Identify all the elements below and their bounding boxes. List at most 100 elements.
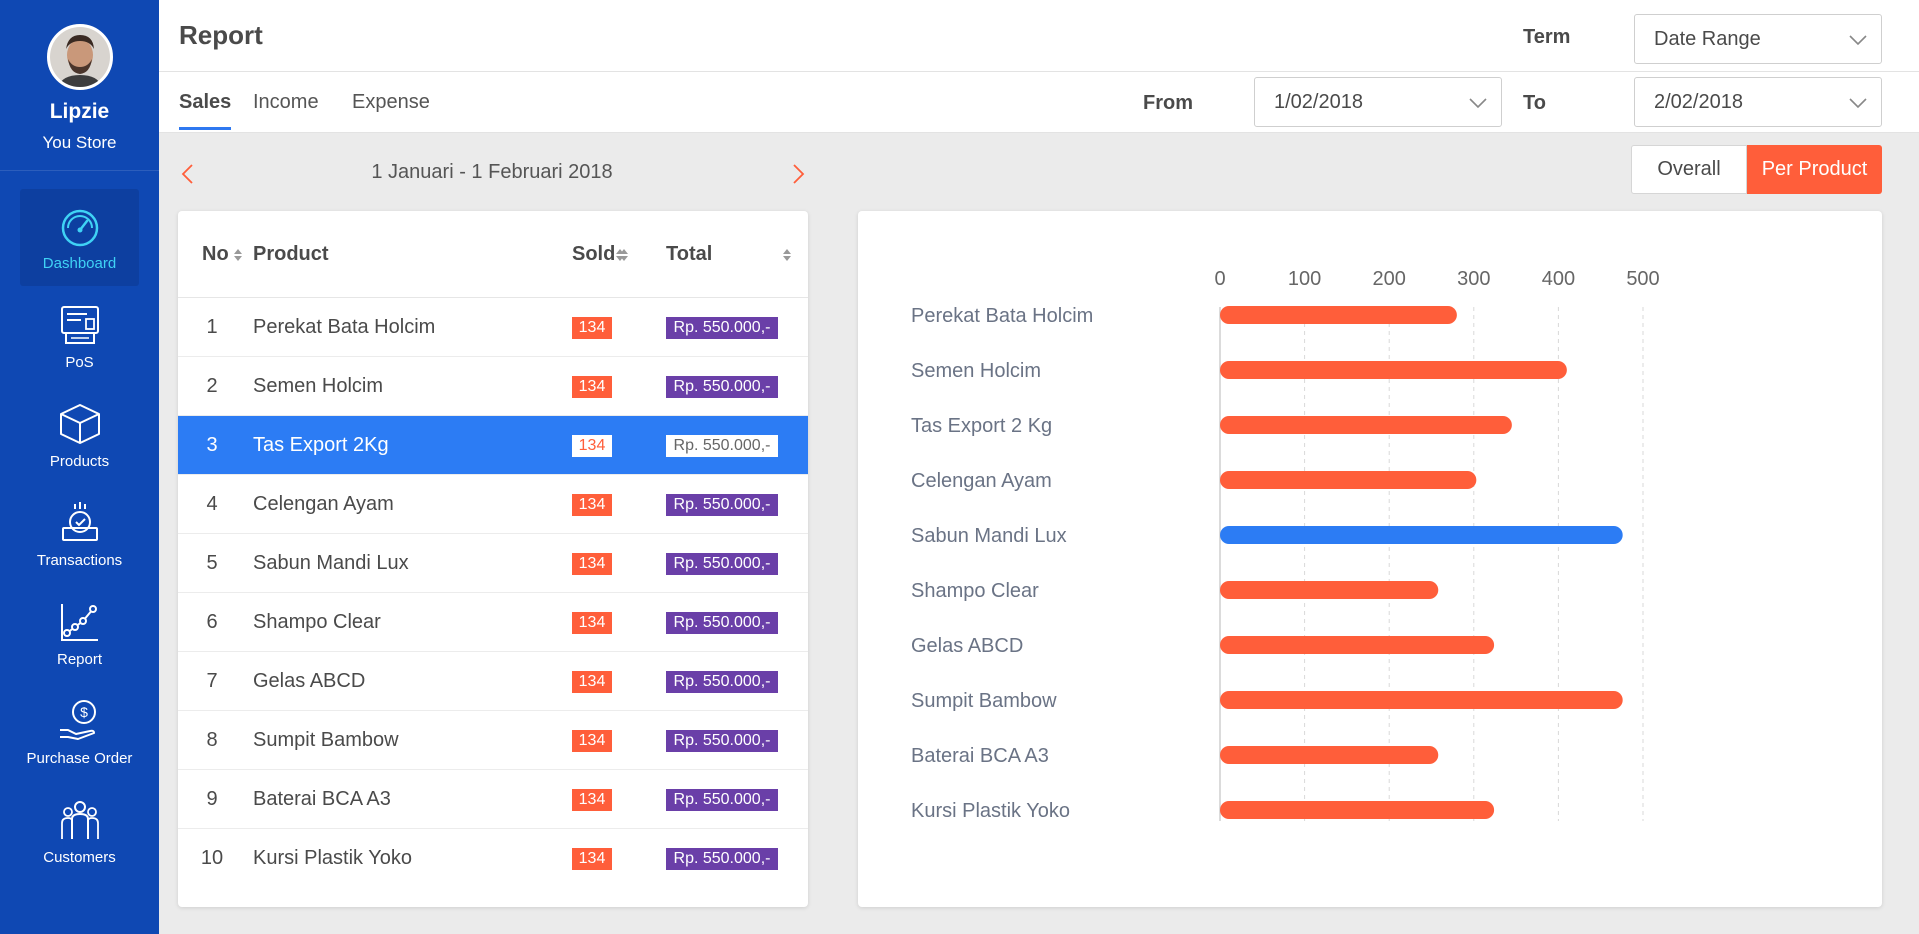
chart-tick-label: 400 — [1542, 268, 1575, 290]
term-select[interactable]: Date Range — [1634, 14, 1882, 64]
tab-income[interactable]: Income — [253, 91, 319, 127]
table-row[interactable]: 10 Kursi Plastik Yoko 134 Rp. 550.000,- — [178, 829, 808, 888]
total-badge: Rp. 550.000,- — [666, 435, 778, 457]
chart-bar — [1220, 361, 1567, 379]
user-store: You Store — [42, 133, 117, 152]
row-product: Baterai BCA A3 — [253, 788, 391, 810]
table-row[interactable]: 9 Baterai BCA A3 134 Rp. 550.000,- — [178, 770, 808, 829]
total-badge: Rp. 550.000,- — [666, 671, 778, 693]
table-row[interactable]: 7 Gelas ABCD 134 Rp. 550.000,- — [178, 652, 808, 711]
row-number: 3 — [206, 434, 218, 456]
row-product: Shampo Clear — [253, 611, 381, 633]
sold-badge: 134 — [572, 730, 612, 752]
header: Report Term Date Range — [159, 0, 1919, 72]
row-number: 9 — [206, 788, 218, 810]
from-date-select[interactable]: 1/02/2018 — [1254, 77, 1502, 127]
total-badge: Rp. 550.000,- — [666, 553, 778, 575]
chart-category-label: Kursi Plastik Yoko — [911, 800, 1070, 822]
sidebar-item-label: Purchase Order — [26, 750, 133, 767]
term-select-value: Date Range — [1654, 27, 1761, 50]
column-header-label: No — [202, 243, 229, 265]
avatar-image — [50, 27, 110, 87]
term-label: Term — [1523, 26, 1571, 48]
pos-register-icon — [60, 306, 99, 344]
per-product-chart: 0 100 200 300 400 500 Perekat Bata Holcim Semen… — [858, 211, 1882, 907]
row-number: 1 — [206, 316, 218, 338]
chart-category-label: Shampo Clear — [911, 580, 1039, 602]
sidebar-item-transactions[interactable]: Transactions — [20, 486, 139, 583]
sold-badge: 134 — [572, 612, 612, 634]
sidebar-item-label: Products — [49, 453, 110, 470]
column-header-label: Total — [666, 243, 713, 265]
overall-toggle-button[interactable]: Overall — [1631, 145, 1747, 194]
chevron-down-icon — [1469, 98, 1487, 109]
row-product: Tas Export 2Kg — [253, 434, 389, 456]
column-header-total[interactable]: Total — [666, 243, 791, 266]
row-product: Sabun Mandi Lux — [253, 552, 409, 574]
sold-badge: 134 — [572, 789, 612, 811]
table-row[interactable]: 4 Celengan Ayam 134 Rp. 550.000,- — [178, 475, 808, 534]
tab-expense[interactable]: Expense — [352, 91, 430, 127]
table-row[interactable]: 1 Perekat Bata Holcim 134 Rp. 550.000,- — [178, 298, 808, 357]
transactions-icon — [61, 502, 98, 541]
chart-tick-label: 0 — [1214, 268, 1225, 290]
sort-icon — [620, 248, 629, 261]
to-label: To — [1523, 92, 1546, 114]
chart-bar — [1220, 581, 1439, 599]
row-product: Celengan Ayam — [253, 493, 394, 515]
sidebar-item-dashboard[interactable]: Dashboard — [20, 189, 139, 286]
chart-bar — [1220, 306, 1457, 324]
avatar[interactable] — [47, 24, 113, 90]
row-number: 8 — [206, 729, 218, 751]
row-number: 4 — [206, 493, 218, 515]
from-label: From — [1143, 92, 1193, 114]
total-badge: Rp. 550.000,- — [666, 730, 778, 752]
sidebar-divider — [0, 170, 159, 171]
total-badge: Rp. 550.000,- — [666, 376, 778, 398]
row-product: Gelas ABCD — [253, 670, 366, 692]
sidebar-item-report[interactable]: Report — [20, 585, 139, 682]
row-number: 7 — [206, 670, 218, 692]
sidebar-item-label: Customers — [43, 849, 116, 866]
chevron-down-icon — [1849, 35, 1867, 46]
chart-category-label: Baterai BCA A3 — [911, 745, 1049, 767]
sidebar-item-products[interactable]: Products — [20, 387, 139, 484]
sold-badge: 134 — [572, 848, 612, 870]
table-row[interactable]: 6 Shampo Clear 134 Rp. 550.000,- — [178, 593, 808, 652]
tab-sales[interactable]: Sales — [179, 91, 232, 130]
column-header-label: Product — [253, 243, 329, 265]
bar-chart: 0 100 200 300 400 500 Perekat Bata Holcim Semen… — [911, 268, 1660, 822]
table-row[interactable]: 5 Sabun Mandi Lux 134 Rp. 550.000,- — [178, 534, 808, 593]
column-header-sold[interactable]: Sold — [572, 243, 629, 266]
table-row[interactable]: 2 Semen Holcim 134 Rp. 550.000,- — [178, 357, 808, 416]
chart-bar — [1220, 636, 1495, 654]
sidebar-item-label: Report — [56, 651, 103, 668]
total-badge: Rp. 550.000,- — [666, 612, 778, 634]
to-date-value: 2/02/2018 — [1654, 90, 1743, 113]
report-chart-icon — [60, 604, 98, 641]
chart-bar — [1220, 471, 1477, 489]
table-row-selected[interactable]: 3 Tas Export 2Kg 134 Rp. 550.000,- — [178, 416, 808, 475]
total-badge: Rp. 550.000,- — [666, 317, 778, 339]
column-header-no[interactable]: No — [202, 243, 242, 266]
sidebar-item-customers[interactable]: Customers — [20, 783, 139, 880]
to-date-select[interactable]: 2/02/2018 — [1634, 77, 1882, 127]
column-header-product[interactable]: Product — [253, 243, 624, 266]
sidebar-item-pos[interactable]: PoS — [20, 288, 139, 385]
row-product: Kursi Plastik Yoko — [253, 847, 412, 869]
row-product: Perekat Bata Holcim — [253, 316, 436, 338]
sidebar: Lipzie You Store Dashboard PoS Products — [0, 0, 159, 934]
table-row[interactable]: 8 Sumpit Bambow 134 Rp. 550.000,- — [178, 711, 808, 770]
sidebar-item-purchase-order[interactable]: $ Purchase Order — [20, 684, 139, 781]
tab-bar: Sales Income Expense From 1/02/2018 To 2… — [159, 72, 1919, 133]
next-period-arrow-icon[interactable] — [788, 163, 808, 185]
total-badge: Rp. 550.000,- — [666, 848, 778, 870]
chart-bar-highlighted — [1220, 526, 1623, 544]
sales-table: No Product Sold Total 1 Perekat Bata Hol… — [178, 211, 808, 907]
per-product-toggle-button[interactable]: Per Product — [1747, 145, 1882, 194]
chart-category-label: Tas Export 2 Kg — [911, 415, 1052, 437]
sold-badge: 134 — [572, 435, 612, 457]
chart-tick-label: 500 — [1626, 268, 1659, 290]
row-number: 10 — [200, 847, 224, 869]
sold-badge: 134 — [572, 553, 612, 575]
